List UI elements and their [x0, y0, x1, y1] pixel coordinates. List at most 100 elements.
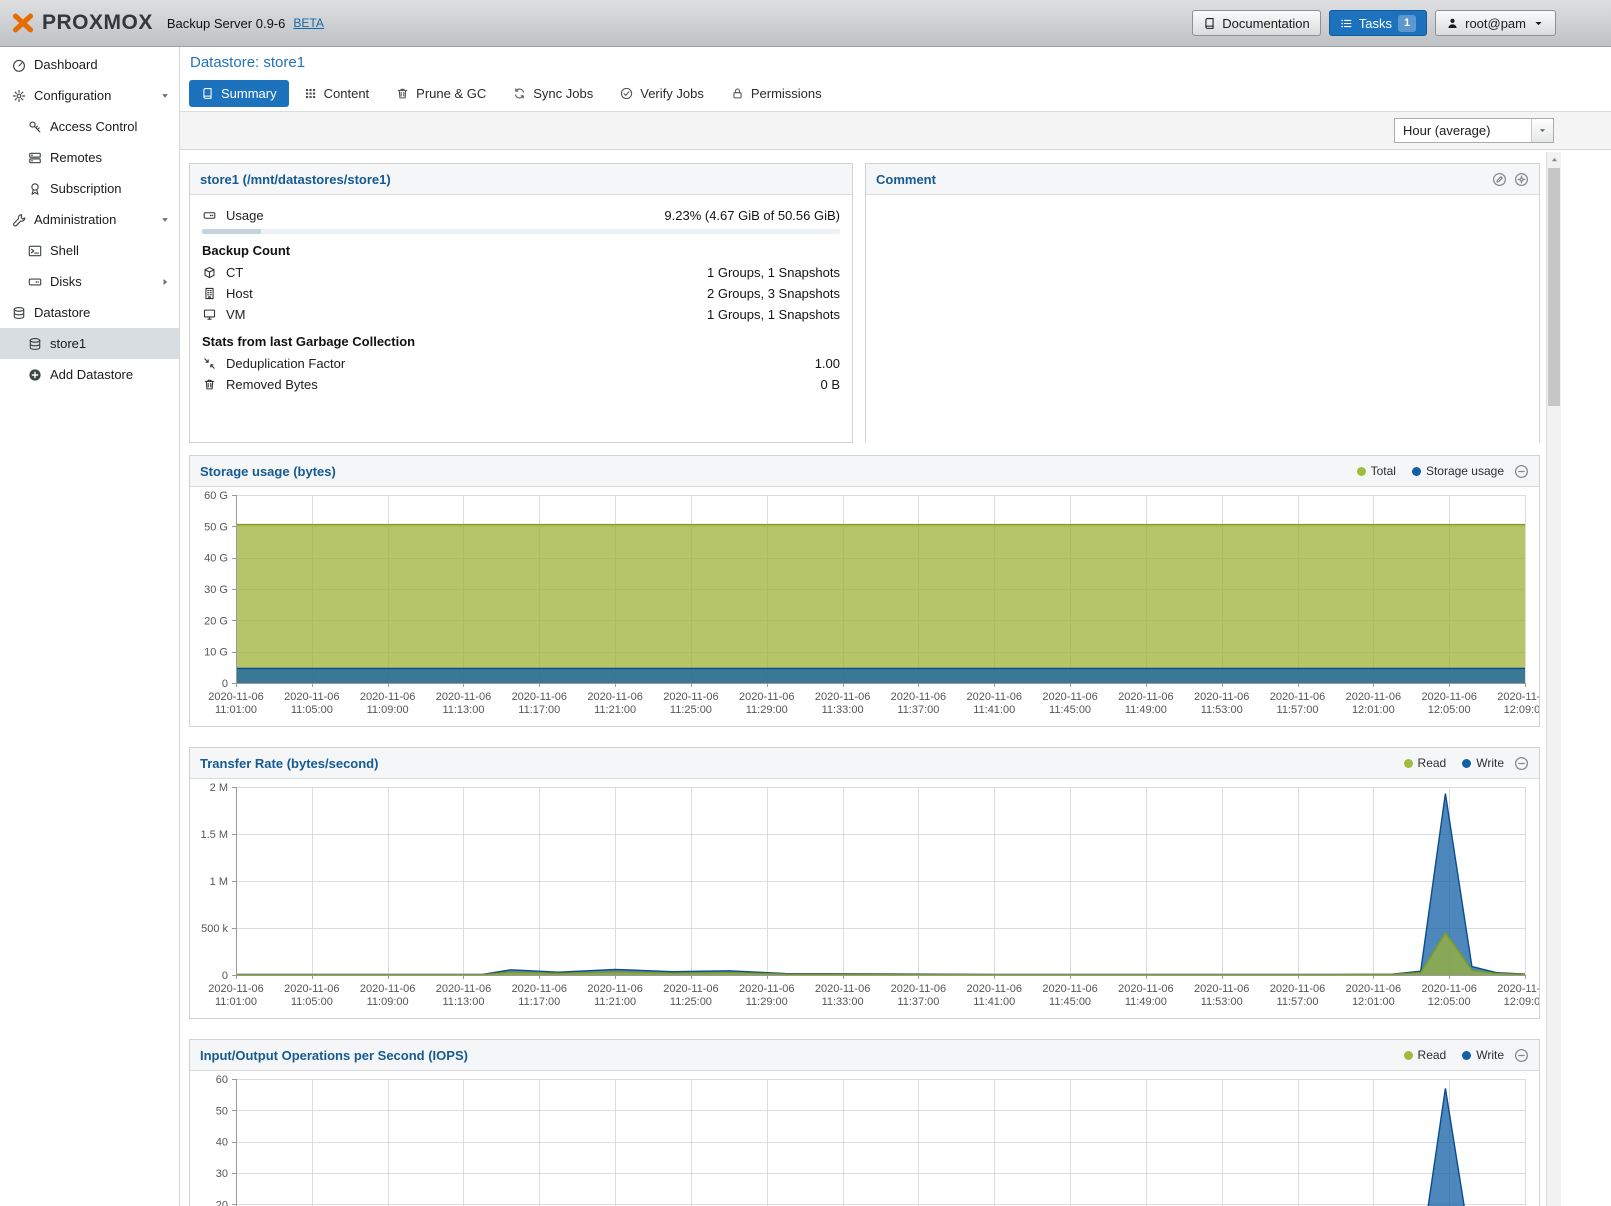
- legend-item-read[interactable]: Read: [1404, 756, 1447, 770]
- legend-item-total[interactable]: Total: [1357, 464, 1396, 478]
- stat-row-host: Host2 Groups, 3 Snapshots: [202, 283, 840, 304]
- collapse-icon[interactable]: [1514, 1048, 1529, 1063]
- legend-item-read[interactable]: Read: [1404, 1048, 1447, 1062]
- svg-text:2020-11-06: 2020-11-06: [284, 691, 339, 703]
- legend-label: Read: [1418, 1048, 1447, 1062]
- svg-text:30 G: 30 G: [204, 584, 228, 596]
- collapse-icon[interactable]: [1514, 464, 1529, 479]
- chart-title: Input/Output Operations per Second (IOPS…: [200, 1048, 468, 1063]
- documentation-button[interactable]: Documentation: [1192, 10, 1320, 36]
- sidebar-item-access-control[interactable]: Access Control: [0, 111, 179, 142]
- legend-item-storage-usage[interactable]: Storage usage: [1412, 464, 1504, 478]
- svg-text:11:13:00: 11:13:00: [442, 996, 484, 1008]
- tasks-icon: [1340, 17, 1353, 30]
- edit-comment-icon[interactable]: [1492, 172, 1507, 187]
- stat-label: VM: [226, 307, 246, 322]
- sidebar-item-shell[interactable]: Shell: [0, 235, 179, 266]
- svg-text:2020-11-06: 2020-11-06: [891, 983, 946, 995]
- sidebar-item-remotes[interactable]: Remotes: [0, 142, 179, 173]
- beta-link[interactable]: BETA: [293, 16, 323, 30]
- svg-text:2020-11-06: 2020-11-06: [967, 983, 1022, 995]
- chart-body: 01020304050602020-11-0611:01:002020-11-0…: [190, 1071, 1539, 1206]
- check-circle-icon: [620, 87, 633, 100]
- svg-text:2020-11-06: 2020-11-06: [1118, 983, 1173, 995]
- tab-verify-jobs[interactable]: Verify Jobs: [608, 80, 716, 107]
- svg-text:11:09:00: 11:09:00: [367, 996, 409, 1008]
- scrollbar-thumb[interactable]: [1548, 168, 1560, 406]
- svg-text:2020-11-06: 2020-11-06: [1042, 983, 1097, 995]
- svg-text:11:41:00: 11:41:00: [973, 704, 1015, 716]
- tab-summary[interactable]: Summary: [189, 80, 289, 107]
- sidebar-item-configuration[interactable]: Configuration: [0, 80, 179, 111]
- usage-value: 9.23% (4.67 GiB of 50.56 GiB): [664, 208, 840, 223]
- user-menu-button[interactable]: root@pam: [1435, 10, 1556, 36]
- header-actions: Documentation Tasks 1 root@pam: [1192, 10, 1556, 36]
- product-version: Backup Server 0.9-6: [167, 16, 286, 31]
- timeframe-select[interactable]: Hour (average): [1394, 118, 1554, 143]
- stat-value: 1 Groups, 1 Snapshots: [707, 265, 840, 280]
- chevron-down-icon[interactable]: [160, 91, 170, 101]
- svg-text:11:37:00: 11:37:00: [897, 704, 939, 716]
- toolbar: Hour (average): [180, 112, 1611, 150]
- svg-text:20: 20: [216, 1199, 228, 1206]
- desktop-icon: [202, 308, 217, 321]
- sidebar-item-datastore[interactable]: Datastore: [0, 297, 179, 328]
- svg-text:2020-11-06: 2020-11-06: [1421, 983, 1476, 995]
- svg-text:2020-11-06: 2020-11-06: [360, 691, 415, 703]
- trash-icon: [202, 378, 217, 391]
- sidebar-item-label: Access Control: [50, 119, 137, 134]
- sidebar-item-subscription[interactable]: Subscription: [0, 173, 179, 204]
- sidebar: Dashboard Configuration Access Control Remo…: [0, 47, 180, 1206]
- tab-permissions[interactable]: Permissions: [719, 80, 834, 107]
- svg-text:2020-11-06: 2020-11-06: [891, 691, 946, 703]
- sidebar-item-label: store1: [50, 336, 86, 351]
- chevron-down-icon[interactable]: [160, 215, 170, 225]
- user-label: root@pam: [1465, 16, 1526, 31]
- sidebar-item-administration[interactable]: Administration: [0, 204, 179, 235]
- backup-count-title: Backup Count: [202, 243, 840, 258]
- sidebar-item-store1[interactable]: store1: [0, 328, 179, 359]
- tab-label: Permissions: [751, 86, 822, 101]
- svg-text:2020-11-06: 2020-11-06: [436, 691, 491, 703]
- tab-prune-gc[interactable]: Prune & GC: [384, 80, 498, 107]
- svg-text:2020-11-06: 2020-11-06: [1270, 983, 1325, 995]
- chart-legend: Total Storage usage: [1357, 464, 1504, 478]
- tasks-button[interactable]: Tasks 1: [1329, 10, 1427, 36]
- sidebar-item-dashboard[interactable]: Dashboard: [0, 49, 179, 80]
- svg-text:2020-11-06: 2020-11-06: [587, 691, 642, 703]
- svg-text:11:01:00: 11:01:00: [215, 704, 257, 716]
- combo-trigger-icon[interactable]: [1531, 119, 1553, 142]
- sidebar-item-label: Configuration: [34, 88, 111, 103]
- tab-sync-jobs[interactable]: Sync Jobs: [501, 80, 605, 107]
- gc-stats-title: Stats from last Garbage Collection: [202, 334, 840, 349]
- chart-plot: 010 G20 G30 G40 G50 G60 G2020-11-0611:01…: [190, 487, 1539, 726]
- svg-text:2020-11-06: 2020-11-06: [1118, 691, 1173, 703]
- scroll-up-icon[interactable]: [1547, 152, 1561, 167]
- main-content: Datastore: store1 SummaryContentPrune & …: [180, 47, 1611, 1206]
- collapse-icon[interactable]: [1514, 756, 1529, 771]
- legend-label: Write: [1476, 1048, 1504, 1062]
- legend-dot-icon: [1404, 759, 1413, 768]
- grid-icon: [304, 87, 317, 100]
- comment-panel-title: Comment: [876, 172, 936, 187]
- svg-text:2020-11-06: 2020-11-06: [1497, 983, 1539, 995]
- terminal-icon: [28, 244, 42, 258]
- svg-text:11:05:00: 11:05:00: [291, 704, 333, 716]
- lock-icon: [731, 87, 744, 100]
- svg-text:11:21:00: 11:21:00: [594, 704, 636, 716]
- legend-dot-icon: [1412, 467, 1421, 476]
- documentation-label: Documentation: [1222, 16, 1309, 31]
- chevron-right-icon[interactable]: [160, 277, 170, 287]
- sidebar-item-label: Subscription: [50, 181, 122, 196]
- scrollbar[interactable]: [1546, 152, 1561, 1206]
- svg-text:11:57:00: 11:57:00: [1277, 704, 1319, 716]
- tab-content[interactable]: Content: [292, 80, 382, 107]
- sidebar-item-add-datastore[interactable]: Add Datastore: [0, 359, 179, 390]
- gear-icon[interactable]: [1514, 172, 1529, 187]
- legend-item-write[interactable]: Write: [1462, 1048, 1504, 1062]
- sidebar-item-disks[interactable]: Disks: [0, 266, 179, 297]
- svg-text:11:53:00: 11:53:00: [1201, 704, 1243, 716]
- backup-count-rows: CT1 Groups, 1 SnapshotsHost2 Groups, 3 S…: [202, 262, 840, 325]
- legend-item-write[interactable]: Write: [1462, 756, 1504, 770]
- svg-text:11:33:00: 11:33:00: [822, 704, 864, 716]
